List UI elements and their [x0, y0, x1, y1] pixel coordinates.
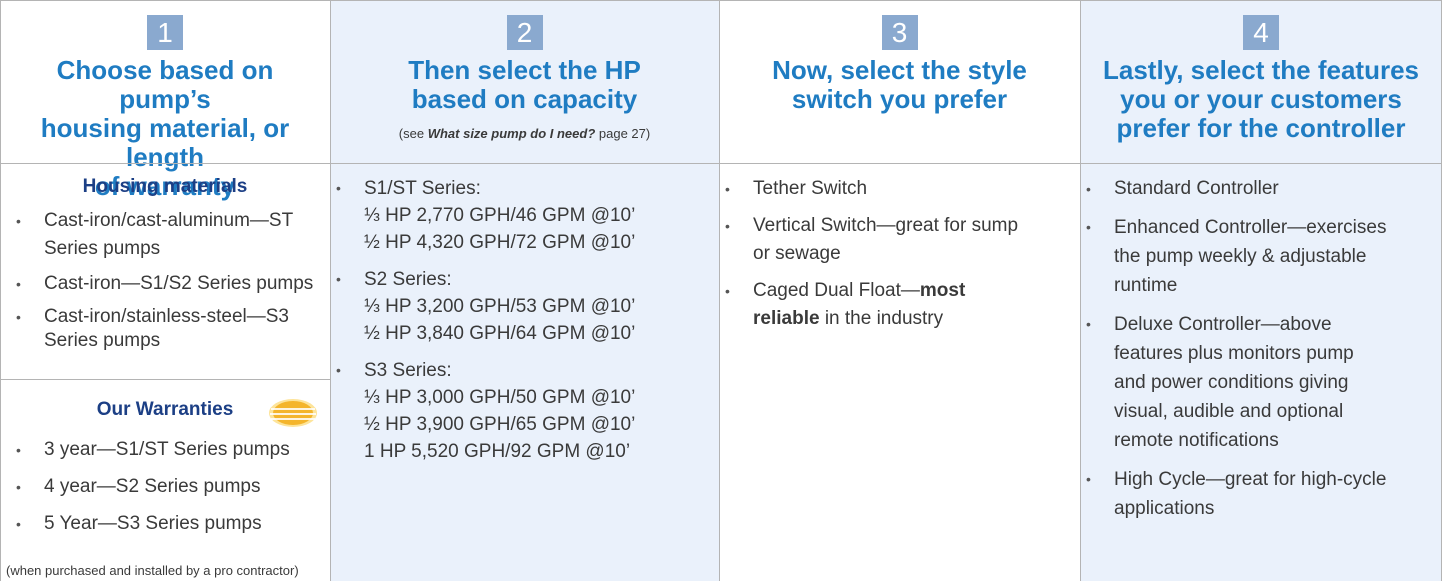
- controller-list: Standard Controller Enhanced Controller—…: [1080, 175, 1440, 523]
- list-item: S3 Series: ⅓ HP 3,000 GPH/50 GPM @10’ ½ …: [330, 357, 715, 465]
- step-title-line: based on capacity: [411, 84, 638, 114]
- step-title-line: you or your customers: [1120, 84, 1402, 114]
- step-title-2: Then select the HP based on capacity: [338, 56, 711, 114]
- housing-list: Cast-iron/cast-aluminum—ST Series pumps …: [10, 207, 326, 353]
- list-item: Cast-iron—S1/S2 Series pumps: [10, 270, 326, 298]
- column-header-3: 3 Now, select the style switch you prefe…: [719, 0, 1080, 163]
- column-switch-style: 3 Now, select the style switch you prefe…: [719, 0, 1080, 581]
- step-title-3: Now, select the style switch you prefer: [727, 56, 1072, 114]
- list-item: Vertical Switch—great for sump or sewage: [719, 212, 1077, 268]
- column-divider: [330, 0, 331, 581]
- step-title-line: Choose based on pump’s: [56, 55, 274, 114]
- step-title-line: Now, select the style: [772, 55, 1027, 85]
- header-divider: [0, 163, 1442, 164]
- housing-warranty-divider: [0, 379, 330, 380]
- warranty-footnote: (when purchased and installed by a pro c…: [6, 563, 299, 578]
- step-number-4: 4: [1243, 15, 1279, 50]
- list-item: S2 Series: ⅓ HP 3,200 GPH/53 GPM @10’ ½ …: [330, 266, 715, 347]
- step-title-line: prefer for the controller: [1116, 113, 1406, 143]
- column-header-2: 2 Then select the HP based on capacity (…: [330, 0, 719, 163]
- list-item: Tether Switch: [719, 175, 1077, 203]
- housing-materials-title: Housing materials: [82, 176, 248, 197]
- column-divider: [1080, 0, 1081, 581]
- column-controller-features: 4 Lastly, select the features you or you…: [1080, 0, 1442, 581]
- table-border-top: [0, 0, 1442, 1]
- column-header-1: 1 Choose based on pump’s housing materia…: [0, 0, 330, 201]
- list-item: Standard Controller: [1080, 175, 1440, 203]
- capacity-reference-note: (see What size pump do I need? page 27): [398, 126, 651, 141]
- list-item: Enhanced Controller—exercises the pump w…: [1080, 213, 1440, 300]
- step-number-3: 3: [881, 15, 918, 50]
- step-title-4: Lastly, select the features you or your …: [1088, 56, 1434, 143]
- step-title-line: Lastly, select the features: [1103, 55, 1419, 85]
- list-item: 5 Year—S3 Series pumps: [10, 510, 326, 538]
- list-item: S1/ST Series: ⅓ HP 2,770 GPH/46 GPM @10’…: [330, 175, 715, 256]
- list-item: High Cycle—great for high-cycle applicat…: [1080, 465, 1440, 523]
- list-item: Caged Dual Float—most reliable in the in…: [719, 277, 1077, 333]
- warranty-list: 3 year—S1/ST Series pumps 4 year—S2 Seri…: [10, 436, 326, 538]
- column-capacity: 2 Then select the HP based on capacity (…: [330, 0, 719, 581]
- step-title-line: Then select the HP: [408, 55, 641, 85]
- capacity-list: S1/ST Series: ⅓ HP 2,770 GPH/46 GPM @10’…: [330, 175, 715, 465]
- column-header-4: 4 Lastly, select the features you or you…: [1080, 0, 1442, 163]
- step-title-line: switch you prefer: [791, 84, 1008, 114]
- step-number-1: 1: [147, 15, 183, 50]
- list-item: Cast-iron/stainless-steel—S3 Series pump…: [10, 305, 326, 353]
- table-border-left: [0, 0, 1, 581]
- column-housing-warranty: 1 Choose based on pump’s housing materia…: [0, 0, 330, 581]
- list-item: 3 year—S1/ST Series pumps: [10, 436, 326, 464]
- list-item: 4 year—S2 Series pumps: [10, 473, 326, 501]
- column-divider: [719, 0, 720, 581]
- pump-selection-table: 1 Choose based on pump’s housing materia…: [0, 0, 1442, 581]
- list-item: Deluxe Controller—above features plus mo…: [1080, 310, 1440, 455]
- warranty-seal-icon: [269, 399, 317, 427]
- list-item: Cast-iron/cast-aluminum—ST Series pumps: [10, 207, 326, 263]
- step-number-2: 2: [506, 15, 543, 50]
- switch-list: Tether Switch Vertical Switch—great for …: [719, 175, 1077, 333]
